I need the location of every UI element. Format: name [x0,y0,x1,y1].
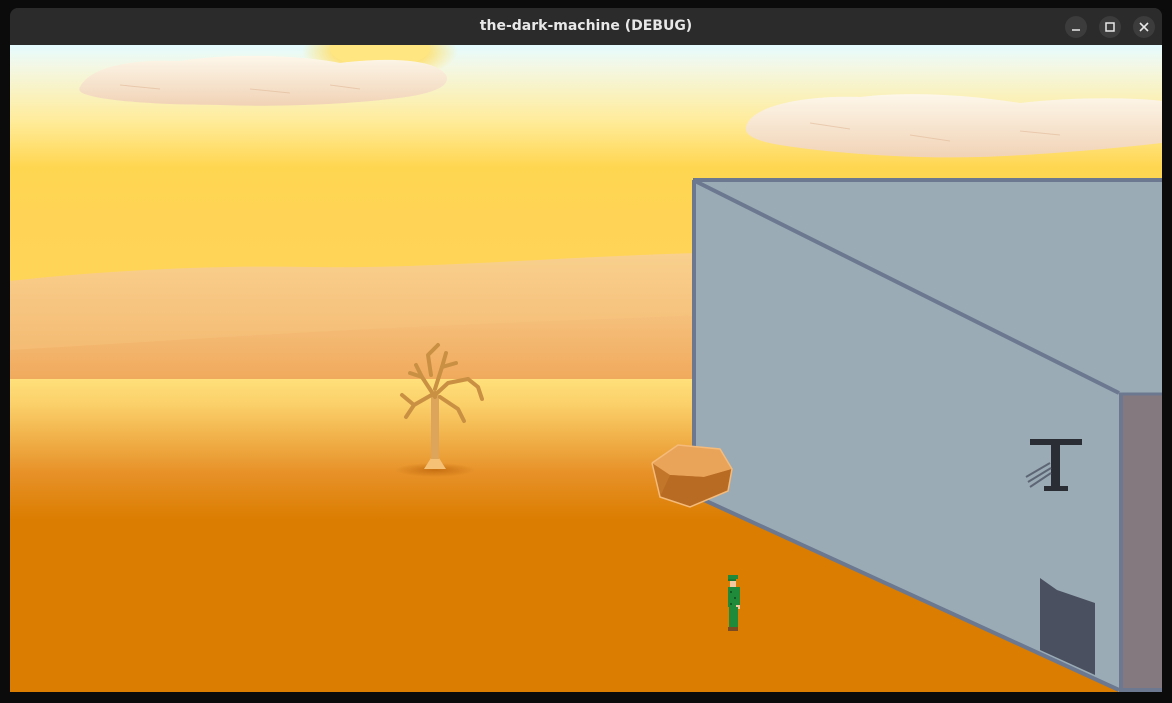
app-window: the-dark-machine (DEBUG) [10,8,1162,692]
close-button[interactable] [1133,16,1155,38]
minimize-icon [1072,29,1080,31]
cloud-right [745,94,1162,158]
game-viewport[interactable] [10,45,1162,692]
window-title: the-dark-machine (DEBUG) [479,18,693,34]
cloud-left [79,55,447,106]
game-scene[interactable] [10,45,1162,692]
maximize-icon [1105,22,1115,32]
minimize-button[interactable] [1065,16,1087,38]
title-bar[interactable]: the-dark-machine (DEBUG) [10,8,1162,45]
close-icon [1139,22,1149,32]
maximize-button[interactable] [1099,16,1121,38]
